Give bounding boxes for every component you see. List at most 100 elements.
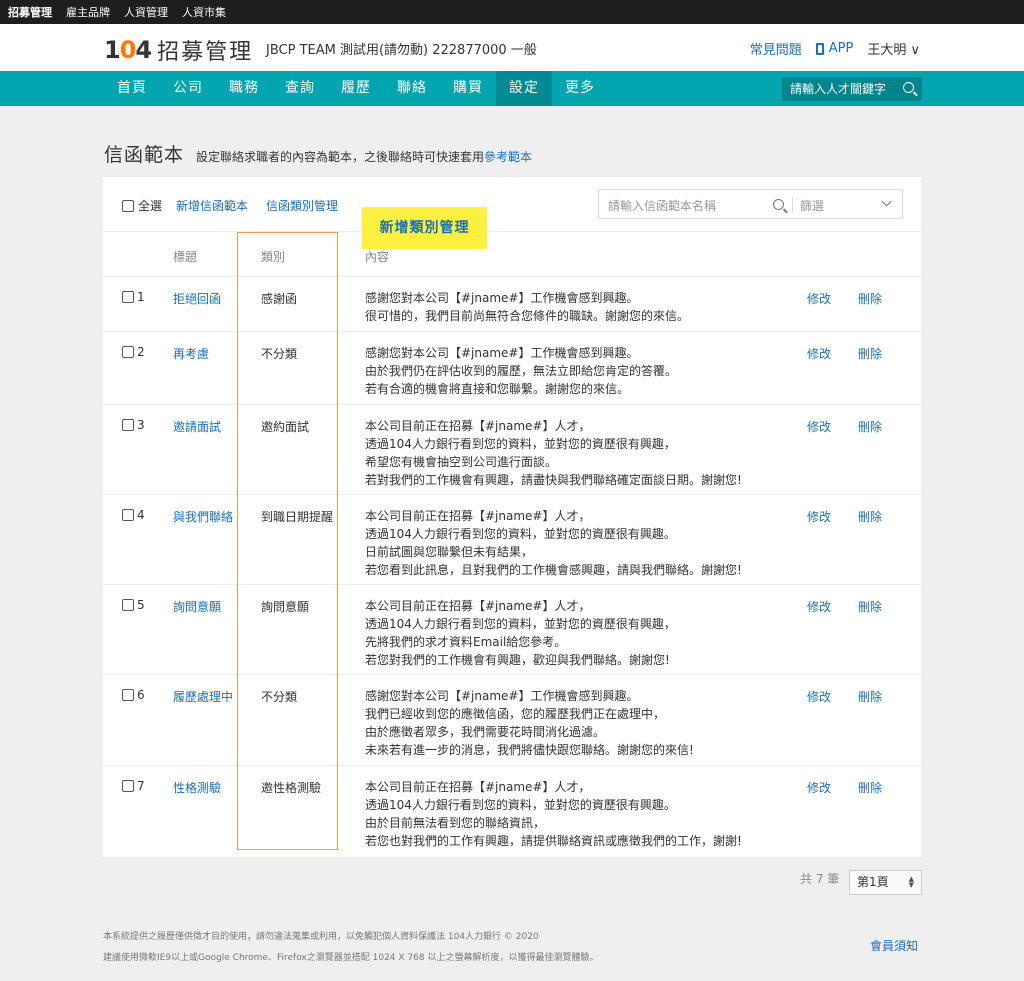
header-content: 內容 (365, 250, 390, 264)
template-panel: 全選 新增信函範本 信函類別管理 請輸入信函範本名稱 篩選 標題 類別 內容 1… (103, 177, 921, 857)
table-row: 7 性格測驗 邀性格測驗 本公司目前正在招募【#jname#】人才， 透過104… (103, 766, 921, 857)
reference-template-link[interactable]: 參考範本 (484, 150, 532, 164)
topbar-item-recruit[interactable]: 招募管理 (8, 4, 52, 20)
header: 104 招募管理 JBCP TEAM 測試用(請勿動) 222877000 一般… (0, 24, 1024, 71)
page-select[interactable]: 第1頁 ▲ ▼ (849, 870, 922, 895)
pager-total: 共 7 筆 (800, 872, 840, 886)
row-checkbox[interactable] (122, 419, 134, 431)
chevron-down-icon[interactable] (881, 196, 892, 207)
page-description: 設定聯絡求職者的內容為範本，之後聯絡時可快速套用參考範本 (196, 150, 533, 164)
delete-button[interactable]: 刪除 (858, 598, 882, 615)
row-title[interactable]: 詢問意願 (173, 598, 221, 615)
select-all-checkbox[interactable] (122, 199, 134, 212)
logo-text: 招募管理 (157, 40, 254, 65)
edit-button[interactable]: 修改 (807, 688, 831, 705)
user-menu[interactable]: 王大明 ∨ (867, 39, 920, 58)
app-label: APP (828, 41, 854, 56)
logo-number: 104 (104, 36, 152, 64)
topbar-item-brand[interactable]: 雇主品牌 (66, 4, 110, 20)
row-title[interactable]: 與我們聯絡 (173, 508, 233, 525)
app-link[interactable]: APP (815, 41, 854, 56)
row-number: 5 (137, 598, 145, 612)
nav-home[interactable]: 首頁 (104, 71, 160, 106)
row-checkbox[interactable] (122, 689, 134, 701)
filter-select[interactable]: 篩選 (800, 197, 824, 214)
delete-button[interactable]: 刪除 (858, 345, 882, 362)
company-name: JBCP TEAM 測試用(請勿動) 222877000 一般 (266, 43, 537, 58)
row-content: 本公司目前正在招募【#jname#】人才， 透過104人力銀行看到您的資料，並對… (365, 509, 742, 577)
nav-jobs[interactable]: 職務 (216, 71, 272, 106)
row-title[interactable]: 履歷處理中 (173, 688, 233, 705)
nav-settings[interactable]: 設定 (496, 71, 552, 106)
delete-button[interactable]: 刪除 (858, 418, 882, 435)
page-title: 信函範本 (104, 144, 185, 166)
table-row: 3 邀請面試 邀約面試 本公司目前正在招募【#jname#】人才， 透過104人… (103, 405, 921, 495)
category-manage-link[interactable]: 信函類別管理 (266, 197, 338, 214)
search-icon[interactable] (773, 199, 784, 210)
category-column-highlight (237, 232, 338, 850)
table-row: 2 再考慮 不分類 感謝您對本公司【#jname#】工作機會感到興趣。 由於我們… (103, 332, 921, 405)
nav-search[interactable]: 查詢 (272, 71, 328, 106)
phone-icon (815, 42, 824, 55)
row-number: 3 (137, 418, 145, 432)
delete-button[interactable]: 刪除 (858, 688, 882, 705)
table-row: 5 詢問意願 詢問意願 本公司目前正在招募【#jname#】人才， 透過104人… (103, 585, 921, 675)
updown-arrow-icon: ▲ ▼ (908, 875, 914, 889)
row-content: 感謝您對本公司【#jname#】工作機會感到興趣。 很可惜的，我們目前尚無符合您… (365, 291, 690, 323)
table-row: 1 拒絕回函 感謝函 感謝您對本公司【#jname#】工作機會感到興趣。 很可惜… (103, 277, 921, 332)
delete-button[interactable]: 刪除 (858, 508, 882, 525)
topbar-item-market[interactable]: 人資市集 (182, 4, 226, 20)
edit-button[interactable]: 修改 (807, 418, 831, 435)
header-title: 標題 (173, 250, 198, 264)
edit-button[interactable]: 修改 (807, 598, 831, 615)
edit-button[interactable]: 修改 (807, 290, 831, 307)
row-title[interactable]: 性格測驗 (173, 779, 221, 796)
talent-search-input[interactable]: 請輸入人才關鍵字 (782, 77, 922, 101)
divider (792, 197, 793, 213)
template-search: 請輸入信函範本名稱 篩選 (598, 189, 903, 219)
nav-more[interactable]: 更多 (552, 71, 608, 106)
faq-link[interactable]: 常見問題 (750, 39, 802, 58)
delete-button[interactable]: 刪除 (858, 779, 882, 796)
delete-button[interactable]: 刪除 (858, 290, 882, 307)
row-content: 本公司目前正在招募【#jname#】人才， 透過104人力銀行看到您的資料，並對… (365, 419, 742, 487)
table-row: 4 與我們聯絡 到職日期提醒 本公司目前正在招募【#jname#】人才， 透過1… (103, 495, 921, 585)
row-content: 感謝您對本公司【#jname#】工作機會感到興趣。 由於我們仍在評估收到的履歷，… (365, 346, 678, 396)
template-search-input[interactable]: 請輸入信函範本名稱 (608, 197, 716, 214)
row-title[interactable]: 邀請面試 (173, 418, 221, 435)
row-checkbox[interactable] (122, 346, 134, 358)
row-number: 7 (137, 779, 145, 793)
member-notice-link[interactable]: 會員須知 (870, 937, 918, 954)
nav-purchase[interactable]: 購買 (440, 71, 496, 106)
row-checkbox[interactable] (122, 509, 134, 521)
category-manage-tooltip: 新增類別管理 (362, 207, 487, 249)
talent-search-placeholder: 請輸入人才關鍵字 (790, 82, 887, 96)
top-bar: 招募管理 雇主品牌 人資管理 人資市集 (0, 0, 1024, 24)
row-checkbox[interactable] (122, 780, 134, 792)
footer-disclaimer: 本系統提供之履歷僅供徵才目的使用，請勿違法蒐集或利用，以免觸犯個人資料保護法 1… (103, 932, 539, 942)
row-title[interactable]: 再考慮 (173, 345, 209, 362)
edit-button[interactable]: 修改 (807, 779, 831, 796)
nav-contact[interactable]: 聯絡 (384, 71, 440, 106)
row-title[interactable]: 拒絕回函 (173, 290, 221, 307)
edit-button[interactable]: 修改 (807, 508, 831, 525)
select-all[interactable]: 全選 (122, 197, 162, 214)
topbar-item-hr[interactable]: 人資管理 (124, 4, 168, 20)
row-number: 1 (137, 290, 145, 304)
add-template-link[interactable]: 新增信函範本 (176, 197, 248, 214)
logo[interactable]: 104 招募管理 (104, 34, 253, 66)
row-content: 本公司目前正在招募【#jname#】人才， 透過104人力銀行看到您的資料，並對… (365, 599, 676, 667)
row-content: 感謝您對本公司【#jname#】工作機會感到興趣。 我們已經收到您的應徵信函，您… (365, 689, 694, 757)
row-number: 2 (137, 345, 145, 359)
row-checkbox[interactable] (122, 291, 134, 303)
row-content: 本公司目前正在招募【#jname#】人才， 透過104人力銀行看到您的資料，並對… (365, 780, 742, 848)
search-icon[interactable] (903, 82, 914, 93)
nav-company[interactable]: 公司 (160, 71, 216, 106)
nav-resume[interactable]: 履歷 (328, 71, 384, 106)
row-number: 6 (137, 688, 145, 702)
table-row: 6 履歷處理中 不分類 感謝您對本公司【#jname#】工作機會感到興趣。 我們… (103, 675, 921, 766)
select-all-label: 全選 (138, 199, 163, 213)
row-checkbox[interactable] (122, 599, 134, 611)
page-select-value: 第1頁 (857, 875, 889, 889)
edit-button[interactable]: 修改 (807, 345, 831, 362)
